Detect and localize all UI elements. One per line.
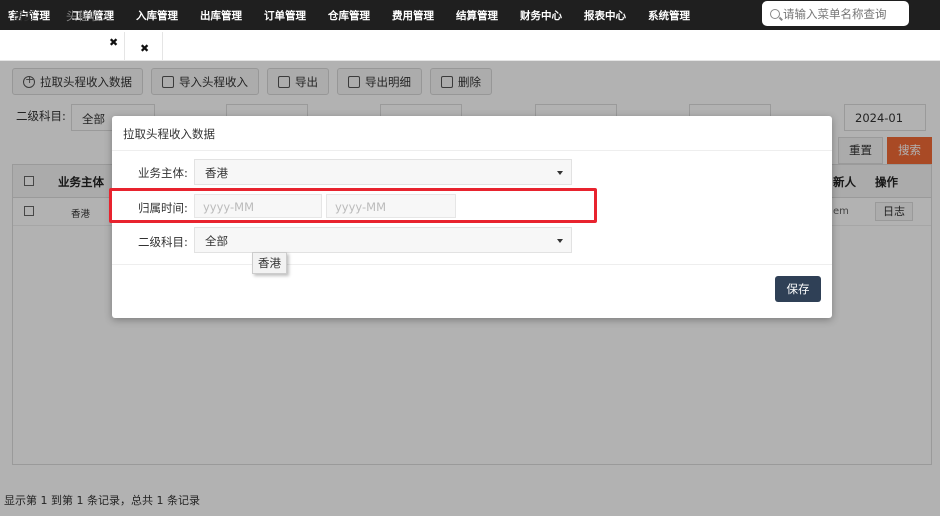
save-button[interactable]: 保存 [775,276,821,302]
dialog-divider [112,264,832,265]
tab-divider [162,32,163,61]
highlight-box [109,188,597,223]
subject-select-value: 全部 [205,234,228,248]
menu-item-settlement[interactable]: 结算管理 [456,8,498,23]
subject-label: 二级科目: [138,235,188,249]
tab-home[interactable]: 首页 [12,8,35,24]
entity-select-value: 香港 [205,166,228,180]
subject-select[interactable]: 全部 [194,227,572,253]
entity-select[interactable]: 香港 [194,159,572,185]
menu-search-box[interactable] [762,1,909,26]
close-all-tabs-icon[interactable]: ✖ [140,42,149,55]
search-icon [770,8,780,19]
tab-current[interactable]: 头程收入 [66,8,112,24]
menu-item-report[interactable]: 报表中心 [584,8,626,23]
dialog-title: 拉取头程收入数据 [123,127,215,141]
tab-divider [124,32,125,61]
menu-item-order[interactable]: 订单管理 [264,8,306,23]
menu-item-inbound[interactable]: 入库管理 [136,8,178,23]
menu-item-finance[interactable]: 财务中心 [520,8,562,23]
tooltip: 香港 [252,252,287,274]
menu-item-outbound[interactable]: 出库管理 [200,8,242,23]
menu-item-system[interactable]: 系统管理 [648,8,690,23]
tab-close-icon[interactable]: ✖ [109,36,118,49]
chevron-down-icon [557,239,563,243]
menu-item-warehouse[interactable]: 仓库管理 [328,8,370,23]
dialog-divider [112,150,832,151]
menu-search-input[interactable] [783,6,903,21]
top-navbar: 客户管理 工单管理 入库管理 出库管理 订单管理 仓库管理 费用管理 结算管理 … [0,0,940,30]
entity-label: 业务主体: [138,166,188,180]
chevron-down-icon [557,171,563,175]
menu-item-fee[interactable]: 费用管理 [392,8,434,23]
